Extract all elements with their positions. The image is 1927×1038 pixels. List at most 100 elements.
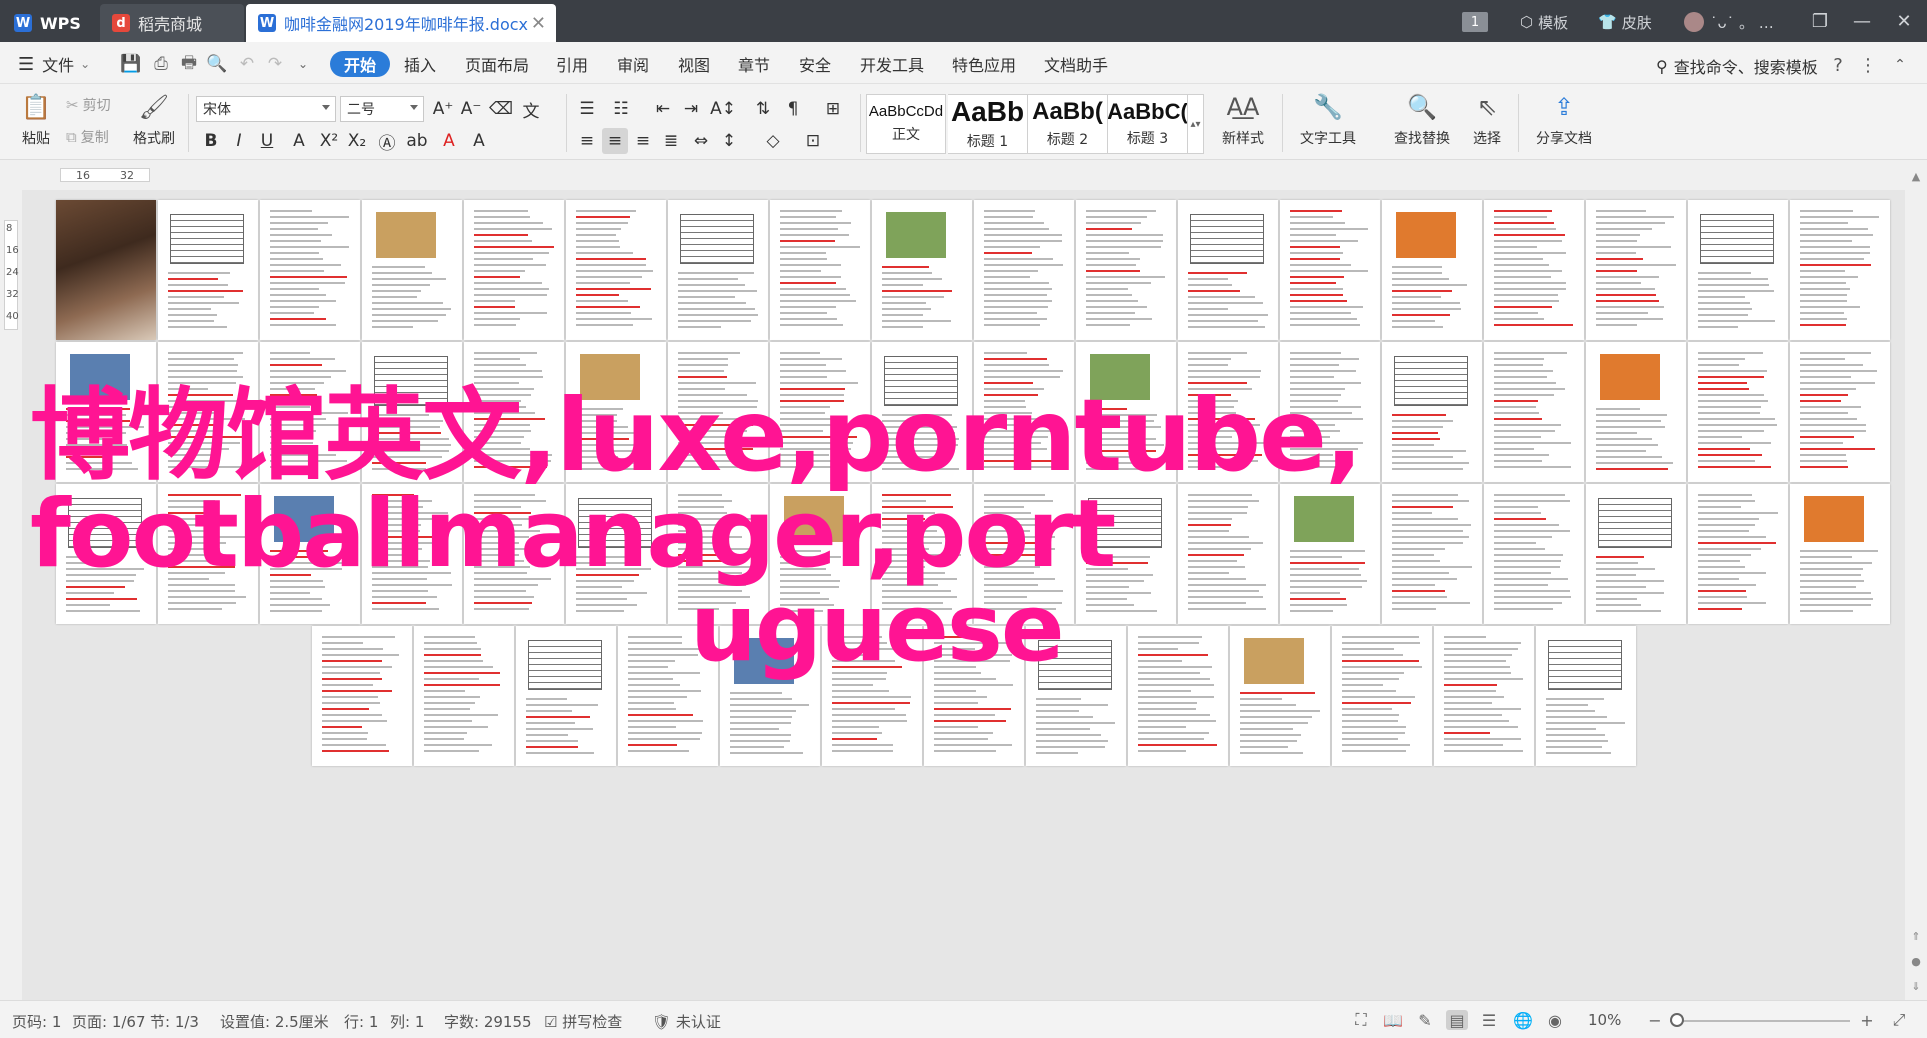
bullet-list-icon[interactable]: ☰ xyxy=(574,96,600,122)
tab-review[interactable]: 审阅 xyxy=(617,51,649,77)
outline-view-icon[interactable]: ☰ xyxy=(1478,1010,1500,1030)
page-down-icon[interactable]: ⇓ xyxy=(1910,980,1922,993)
page-view-icon[interactable]: ▤ xyxy=(1446,1010,1468,1030)
horizontal-ruler[interactable]: 16 32 xyxy=(0,160,1927,190)
align-left-icon[interactable]: ≡ xyxy=(574,128,600,154)
tab-docer-store[interactable]: d 稻壳商城 xyxy=(100,4,244,42)
align-center-icon[interactable]: ≡ xyxy=(602,128,628,154)
increase-indent-icon[interactable]: ⇥ xyxy=(678,96,704,122)
page-up-icon[interactable]: ⇑ xyxy=(1910,930,1922,943)
page-thumbnail[interactable] xyxy=(1332,626,1432,766)
style-heading-1[interactable]: AaBb 标题 1 xyxy=(948,94,1028,154)
page-thumbnail[interactable] xyxy=(56,200,156,340)
page-thumbnail[interactable] xyxy=(260,200,360,340)
page-thumbnail[interactable] xyxy=(1586,484,1686,624)
new-style-button[interactable]: A͟A 新样式 xyxy=(1210,90,1276,156)
close-window-icon[interactable]: ✕ xyxy=(1884,6,1924,36)
page-thumbnail[interactable] xyxy=(1688,200,1788,340)
sort-icon[interactable]: ⇅ xyxy=(750,96,776,122)
shrink-font-icon[interactable]: A⁻ xyxy=(458,96,484,122)
page-thumbnail[interactable] xyxy=(1688,484,1788,624)
font-color-icon[interactable]: A xyxy=(436,128,462,154)
customize-quick-access-icon[interactable]: ⌄ xyxy=(292,54,314,74)
certification-status[interactable]: 🛡 未认证 xyxy=(652,1011,721,1032)
edit-mode-icon[interactable]: ✎ xyxy=(1414,1010,1436,1030)
highlight-icon[interactable]: ab xyxy=(404,128,430,154)
page-thumbnail[interactable] xyxy=(1382,200,1482,340)
undo-icon[interactable]: ↶ xyxy=(236,54,258,74)
align-right-icon[interactable]: ≡ xyxy=(630,128,656,154)
page-thumbnail[interactable] xyxy=(1586,342,1686,482)
line-spacing-icon[interactable]: ↕ xyxy=(716,128,742,154)
page-thumbnail[interactable] xyxy=(362,200,462,340)
zoom-level[interactable]: 10% xyxy=(1588,1011,1621,1029)
status-setting[interactable]: 设置值: 2.5厘米 xyxy=(220,1011,329,1032)
style-heading-3[interactable]: AaBbC( 标题 3 xyxy=(1108,94,1188,154)
copy-button[interactable]: ⧉ 复制 xyxy=(66,126,109,148)
web-view-icon[interactable]: 🌐 xyxy=(1512,1010,1534,1030)
window-count-badge[interactable]: 1 xyxy=(1462,12,1488,32)
tab-view[interactable]: 视图 xyxy=(678,51,710,77)
cut-button[interactable]: ✂ 剪切 xyxy=(66,94,111,116)
tab-developer[interactable]: 开发工具 xyxy=(860,51,924,77)
tab-references[interactable]: 引用 xyxy=(556,51,588,77)
user-account[interactable]: ˙ᴗ˙ 。 … xyxy=(1684,8,1774,36)
minimize-window-icon[interactable]: — xyxy=(1842,6,1882,36)
show-marks-icon[interactable]: ¶ xyxy=(780,96,806,122)
char-shading-icon[interactable]: Ⓐ xyxy=(374,128,400,154)
distributed-icon[interactable]: ⇔ xyxy=(688,128,714,154)
tab-security[interactable]: 安全 xyxy=(799,51,831,77)
status-row[interactable]: 行: 1 xyxy=(344,1011,378,1032)
tab-doc-assistant[interactable]: 文档助手 xyxy=(1044,51,1108,77)
tab-insert[interactable]: 插入 xyxy=(404,51,436,77)
font-name-select[interactable]: 宋体 xyxy=(196,96,336,122)
styles-scroll[interactable]: ▴▾ xyxy=(1188,94,1204,154)
page-thumbnail[interactable] xyxy=(1688,342,1788,482)
page-thumbnail[interactable] xyxy=(1128,626,1228,766)
page-thumbnail[interactable] xyxy=(1280,484,1380,624)
page-thumbnail[interactable] xyxy=(1484,342,1584,482)
style-normal[interactable]: AaBbCcDd 正文 xyxy=(866,94,946,154)
char-border-icon[interactable]: A xyxy=(466,128,492,154)
text-direction-icon[interactable]: A↕ xyxy=(710,96,736,122)
wps-home-tab[interactable]: W WPS xyxy=(2,4,98,42)
fullscreen-icon[interactable]: ⛶ xyxy=(1350,1010,1372,1030)
page-thumbnail[interactable] xyxy=(1382,484,1482,624)
text-effect-icon[interactable]: A xyxy=(286,128,312,154)
fit-window-icon[interactable]: ⤢ xyxy=(1888,1010,1910,1030)
more-options-icon[interactable]: ⋮ xyxy=(1856,53,1880,77)
status-col[interactable]: 列: 1 xyxy=(390,1011,424,1032)
justify-icon[interactable]: ≣ xyxy=(658,128,684,154)
scroll-up-icon[interactable]: ▲ xyxy=(1910,170,1922,183)
status-word-count[interactable]: 字数: 29155 xyxy=(444,1011,532,1032)
zoom-slider-track[interactable] xyxy=(1670,1020,1850,1022)
phonetic-guide-icon[interactable]: 文 xyxy=(518,96,544,122)
read-mode-icon[interactable]: 📖 xyxy=(1382,1010,1404,1030)
select-button[interactable]: ⇖ 选择 xyxy=(1460,90,1514,156)
zoom-slider-thumb[interactable] xyxy=(1670,1013,1684,1027)
skin-button[interactable]: 👕 皮肤 xyxy=(1598,8,1652,36)
page-thumbnail[interactable] xyxy=(1382,342,1482,482)
select-browse-object-icon[interactable]: ● xyxy=(1910,955,1922,968)
page-thumbnail[interactable] xyxy=(1484,200,1584,340)
style-heading-2[interactable]: AaBb( 标题 2 xyxy=(1028,94,1108,154)
underline-icon[interactable]: U xyxy=(254,128,280,154)
page-thumbnail[interactable] xyxy=(1434,626,1534,766)
restore-window-icon[interactable]: ❐ xyxy=(1800,6,1840,36)
page-thumbnail[interactable] xyxy=(1076,200,1176,340)
page-thumbnail[interactable] xyxy=(770,200,870,340)
find-replace-button[interactable]: 🔍 查找替换 xyxy=(1386,90,1458,156)
page-thumbnail[interactable] xyxy=(464,200,564,340)
page-thumbnail[interactable] xyxy=(1484,484,1584,624)
share-doc-button[interactable]: ⇪ 分享文档 xyxy=(1528,90,1600,156)
file-menu[interactable]: ☰ 文件 ⌄ xyxy=(18,51,90,77)
help-icon[interactable]: ? xyxy=(1826,53,1850,77)
page-thumbnail[interactable] xyxy=(1790,200,1890,340)
shading-icon[interactable]: ◇ xyxy=(760,128,786,154)
page-thumbnail[interactable] xyxy=(1790,484,1890,624)
grow-font-icon[interactable]: A⁺ xyxy=(430,96,456,122)
page-thumbnail[interactable] xyxy=(1586,200,1686,340)
page-thumbnail[interactable] xyxy=(566,200,666,340)
redo-icon[interactable]: ↷ xyxy=(264,54,286,74)
tab-chapter[interactable]: 章节 xyxy=(738,51,770,77)
